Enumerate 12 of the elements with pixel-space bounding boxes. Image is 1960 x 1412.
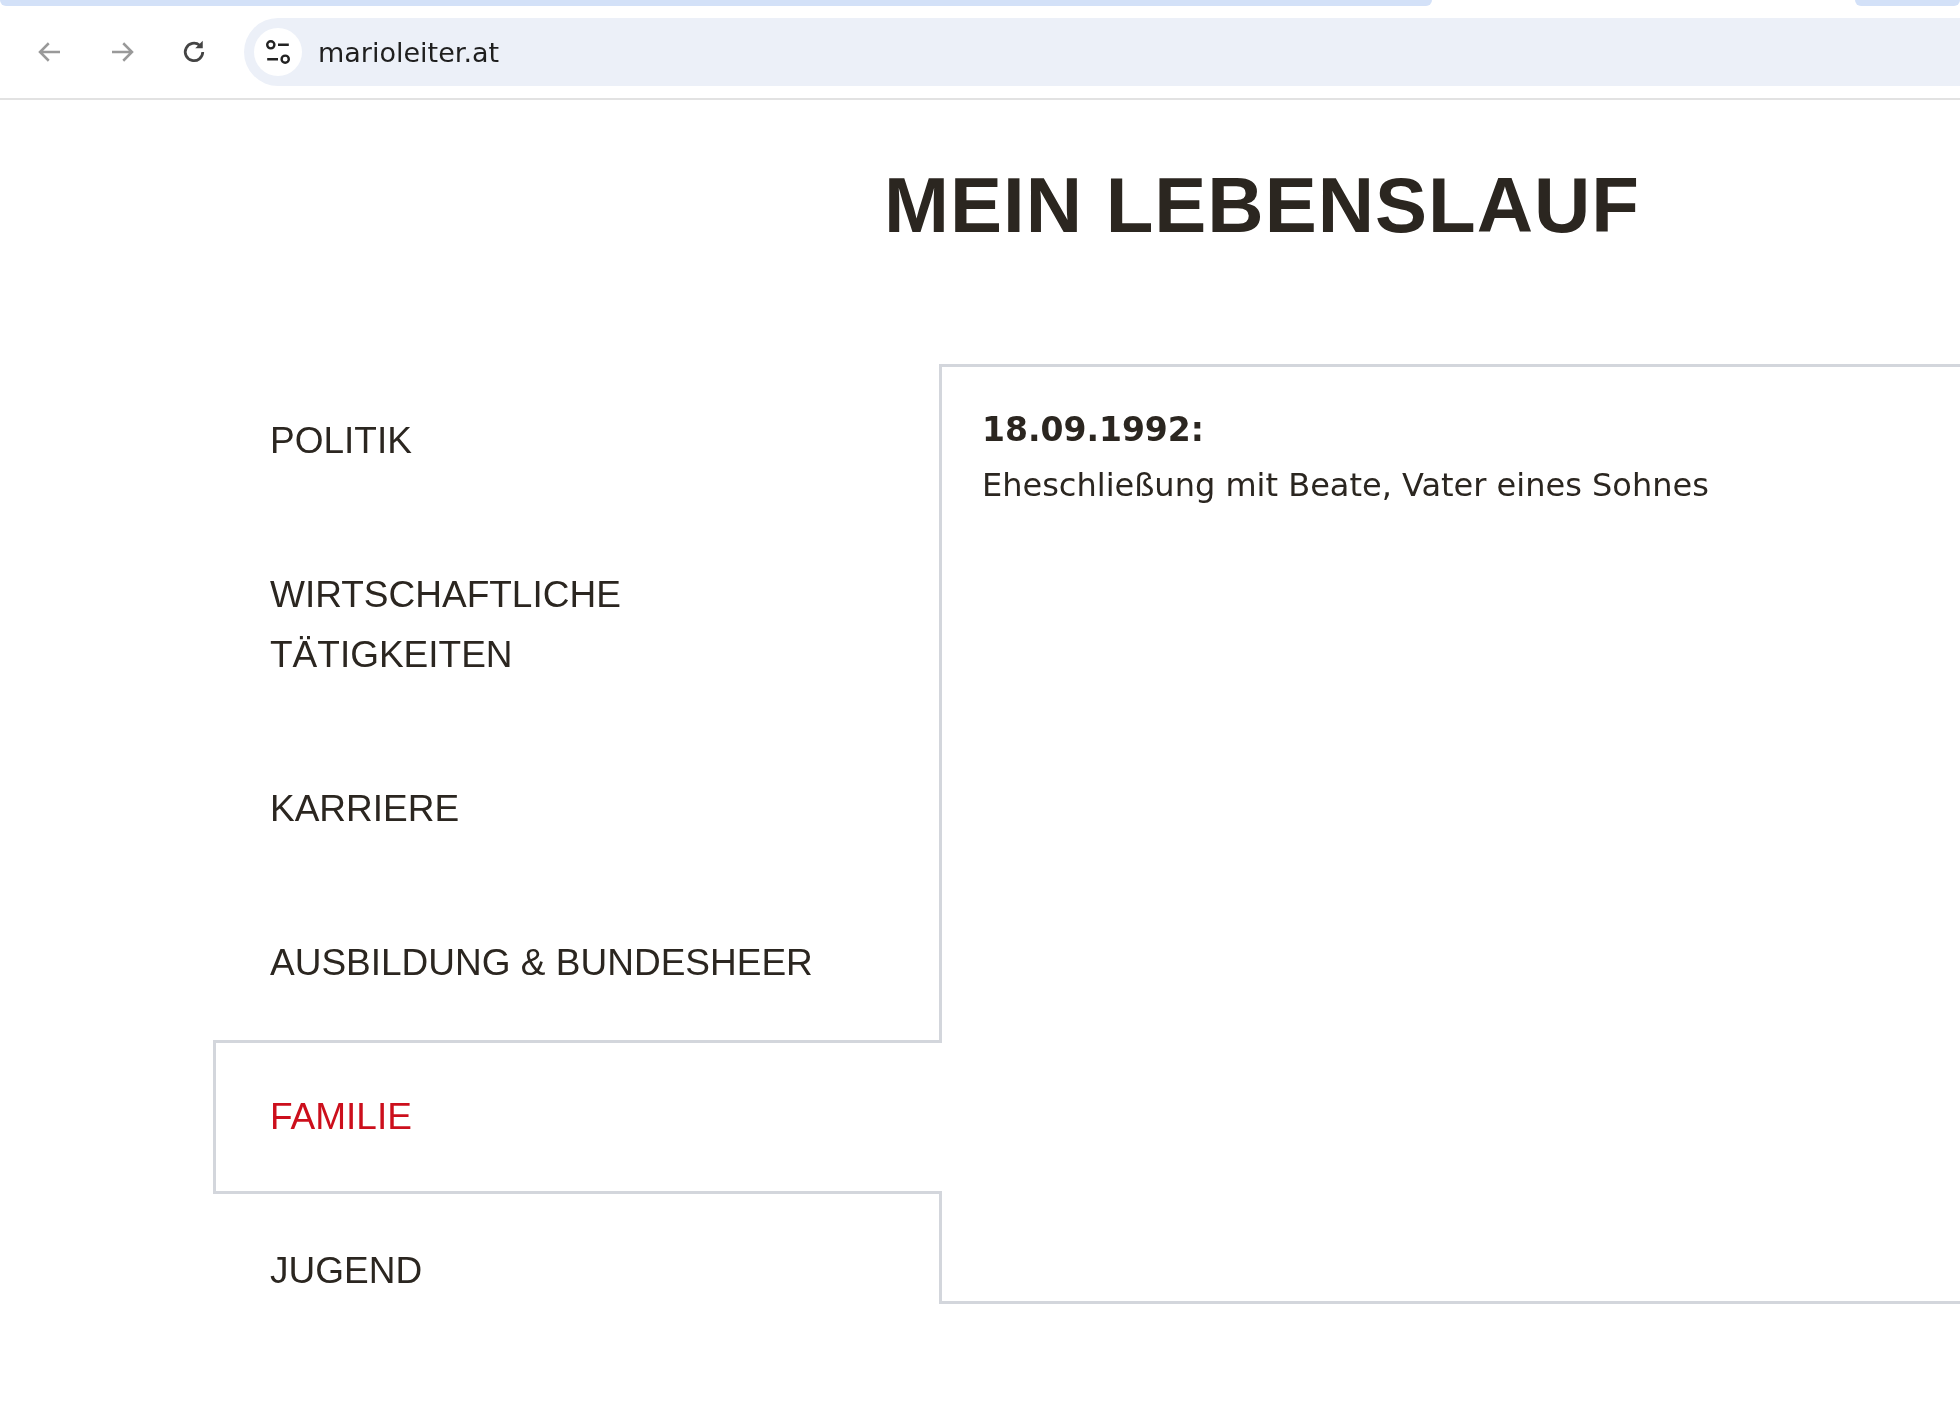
- address-bar[interactable]: marioleiter.at: [244, 18, 1960, 86]
- page-title: MEIN LEBENSLAUF: [883, 160, 1641, 251]
- section-tab[interactable]: POLITIK: [213, 364, 910, 518]
- section-tab[interactable]: AUSBILDUNG & BUNDESHEER: [213, 886, 910, 1040]
- entry-text: Eheschließung mit Beate, Vater eines Sohnes: [982, 465, 1710, 506]
- site-settings-icon[interactable]: [254, 28, 302, 76]
- section-tab[interactable]: JUGEND: [213, 1194, 910, 1348]
- entry-date: 18.09.1992:: [982, 409, 1205, 451]
- section-tab[interactable]: WIRTSCHAFTLICHE TÄTIGKEITEN: [213, 518, 910, 732]
- section-tab[interactable]: FAMILIE: [213, 1040, 942, 1194]
- section-tab[interactable]: KARRIERE: [213, 732, 910, 886]
- url-text: marioleiter.at: [318, 36, 500, 68]
